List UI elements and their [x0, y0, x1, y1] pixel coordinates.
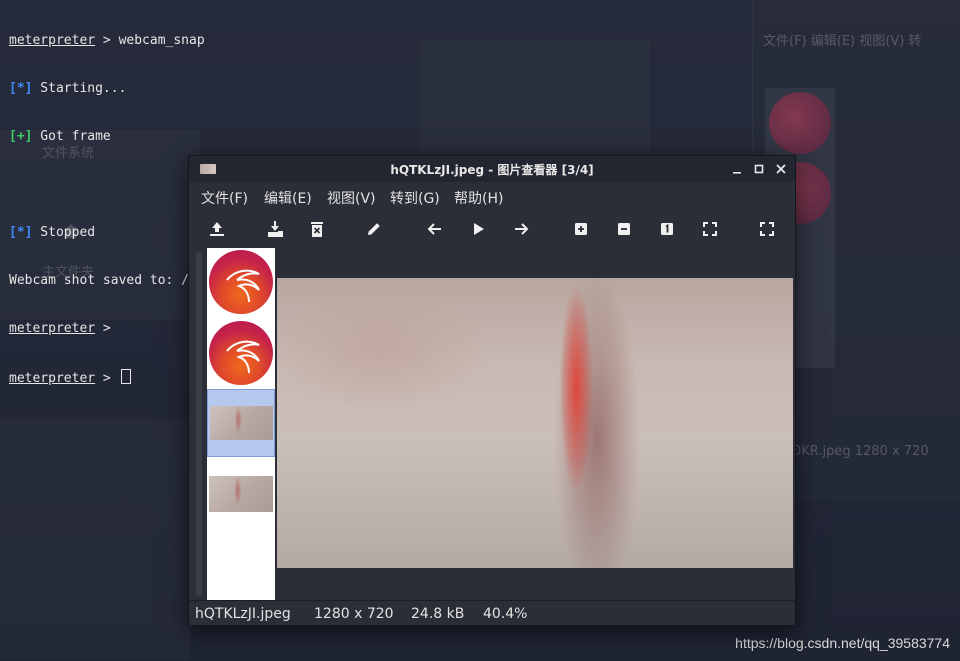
- status-bar: hQTKLzJI.jpeg 1280 x 720 24.8 kB 40.4%: [189, 600, 795, 628]
- thumbnail-image: [210, 406, 273, 440]
- maximize-icon: [754, 164, 764, 174]
- zoom-actual-size-icon: [661, 223, 673, 235]
- download-icon: [268, 221, 283, 237]
- status-zoom: 40.4%: [483, 606, 528, 622]
- thumbnail-webcam-2[interactable]: [209, 464, 273, 528]
- open-button[interactable]: [205, 218, 229, 240]
- webcam-photo: [277, 278, 793, 568]
- play-button[interactable]: [466, 218, 490, 240]
- trash-icon: [311, 222, 323, 237]
- save-button[interactable]: [263, 218, 287, 240]
- edit-button[interactable]: [362, 218, 386, 240]
- arrow-right-icon: [515, 223, 529, 235]
- close-button[interactable]: [773, 161, 789, 177]
- terminal-line: [*] Starting...: [9, 81, 127, 96]
- menu-edit[interactable]: 编辑(E): [264, 188, 312, 208]
- minimize-icon: [733, 172, 741, 174]
- zoom-out-icon: [618, 223, 630, 235]
- kali-dragon-icon: [226, 269, 260, 303]
- bg-logo-thumb: [769, 92, 831, 154]
- thumbnail-strip: [207, 248, 275, 600]
- thumbnail-scrollbar[interactable]: [196, 252, 202, 596]
- thumbnail-webcam-selected[interactable]: [207, 389, 275, 457]
- status-filesize: 24.8 kB: [411, 606, 465, 622]
- terminal-line: meterpreter > webcam_snap: [9, 33, 205, 48]
- kali-dragon-icon: [226, 340, 260, 374]
- status-dimensions: 1280 x 720: [314, 606, 394, 622]
- menu-view[interactable]: 视图(V): [327, 188, 376, 208]
- delete-button[interactable]: [305, 218, 329, 240]
- upload-icon: [210, 222, 224, 236]
- terminal-line: [+] Got frame: [9, 129, 111, 144]
- previous-button[interactable]: [423, 218, 447, 240]
- title-bar[interactable]: hQTKLzJI.jpeg - 图片查看器 [3/4]: [189, 156, 795, 182]
- zoom-in-button[interactable]: [569, 218, 593, 240]
- minimize-button[interactable]: [729, 161, 745, 177]
- status-filename: hQTKLzJI.jpeg: [195, 606, 291, 622]
- pencil-icon: [368, 223, 380, 235]
- menu-bar: 文件(F) 编辑(E) 视图(V) 转到(G) 帮助(H): [189, 184, 795, 210]
- window-title: hQTKLzJI.jpeg - 图片查看器 [3/4]: [390, 163, 594, 177]
- fullscreen-button[interactable]: [755, 218, 779, 240]
- toolbar: [189, 214, 795, 244]
- maximize-button[interactable]: [751, 161, 767, 177]
- thumbnail-logo-2[interactable]: [209, 321, 273, 385]
- fullscreen-icon: [760, 222, 774, 236]
- next-button[interactable]: [509, 218, 533, 240]
- arrow-left-icon: [427, 223, 441, 235]
- image-canvas[interactable]: [277, 248, 793, 600]
- zoom-fit-button[interactable]: [698, 218, 722, 240]
- menu-go[interactable]: 转到(G): [390, 188, 440, 208]
- close-icon: [776, 164, 786, 174]
- watermark: https://blog.csdn.net/qq_39583774: [735, 635, 950, 651]
- play-icon: [474, 223, 484, 235]
- thumbnail-logo-1[interactable]: [209, 250, 273, 314]
- bg-viewer-menu: 文件(F) 编辑(E) 视图(V) 转: [763, 34, 922, 49]
- thumbnail-image: [209, 476, 273, 512]
- menu-file[interactable]: 文件(F): [201, 188, 248, 208]
- zoom-out-button[interactable]: [612, 218, 636, 240]
- zoom-100-button[interactable]: [655, 218, 679, 240]
- zoom-fit-icon: [703, 222, 717, 236]
- bg-viewer-status: 0KR.jpeg 1280 x 720: [793, 444, 929, 459]
- menu-help[interactable]: 帮助(H): [454, 188, 503, 208]
- zoom-in-icon: [575, 223, 587, 235]
- terminal-cursor: [120, 369, 131, 384]
- image-viewer-window: hQTKLzJI.jpeg - 图片查看器 [3/4] 文件(F) 编辑(E) …: [188, 155, 796, 626]
